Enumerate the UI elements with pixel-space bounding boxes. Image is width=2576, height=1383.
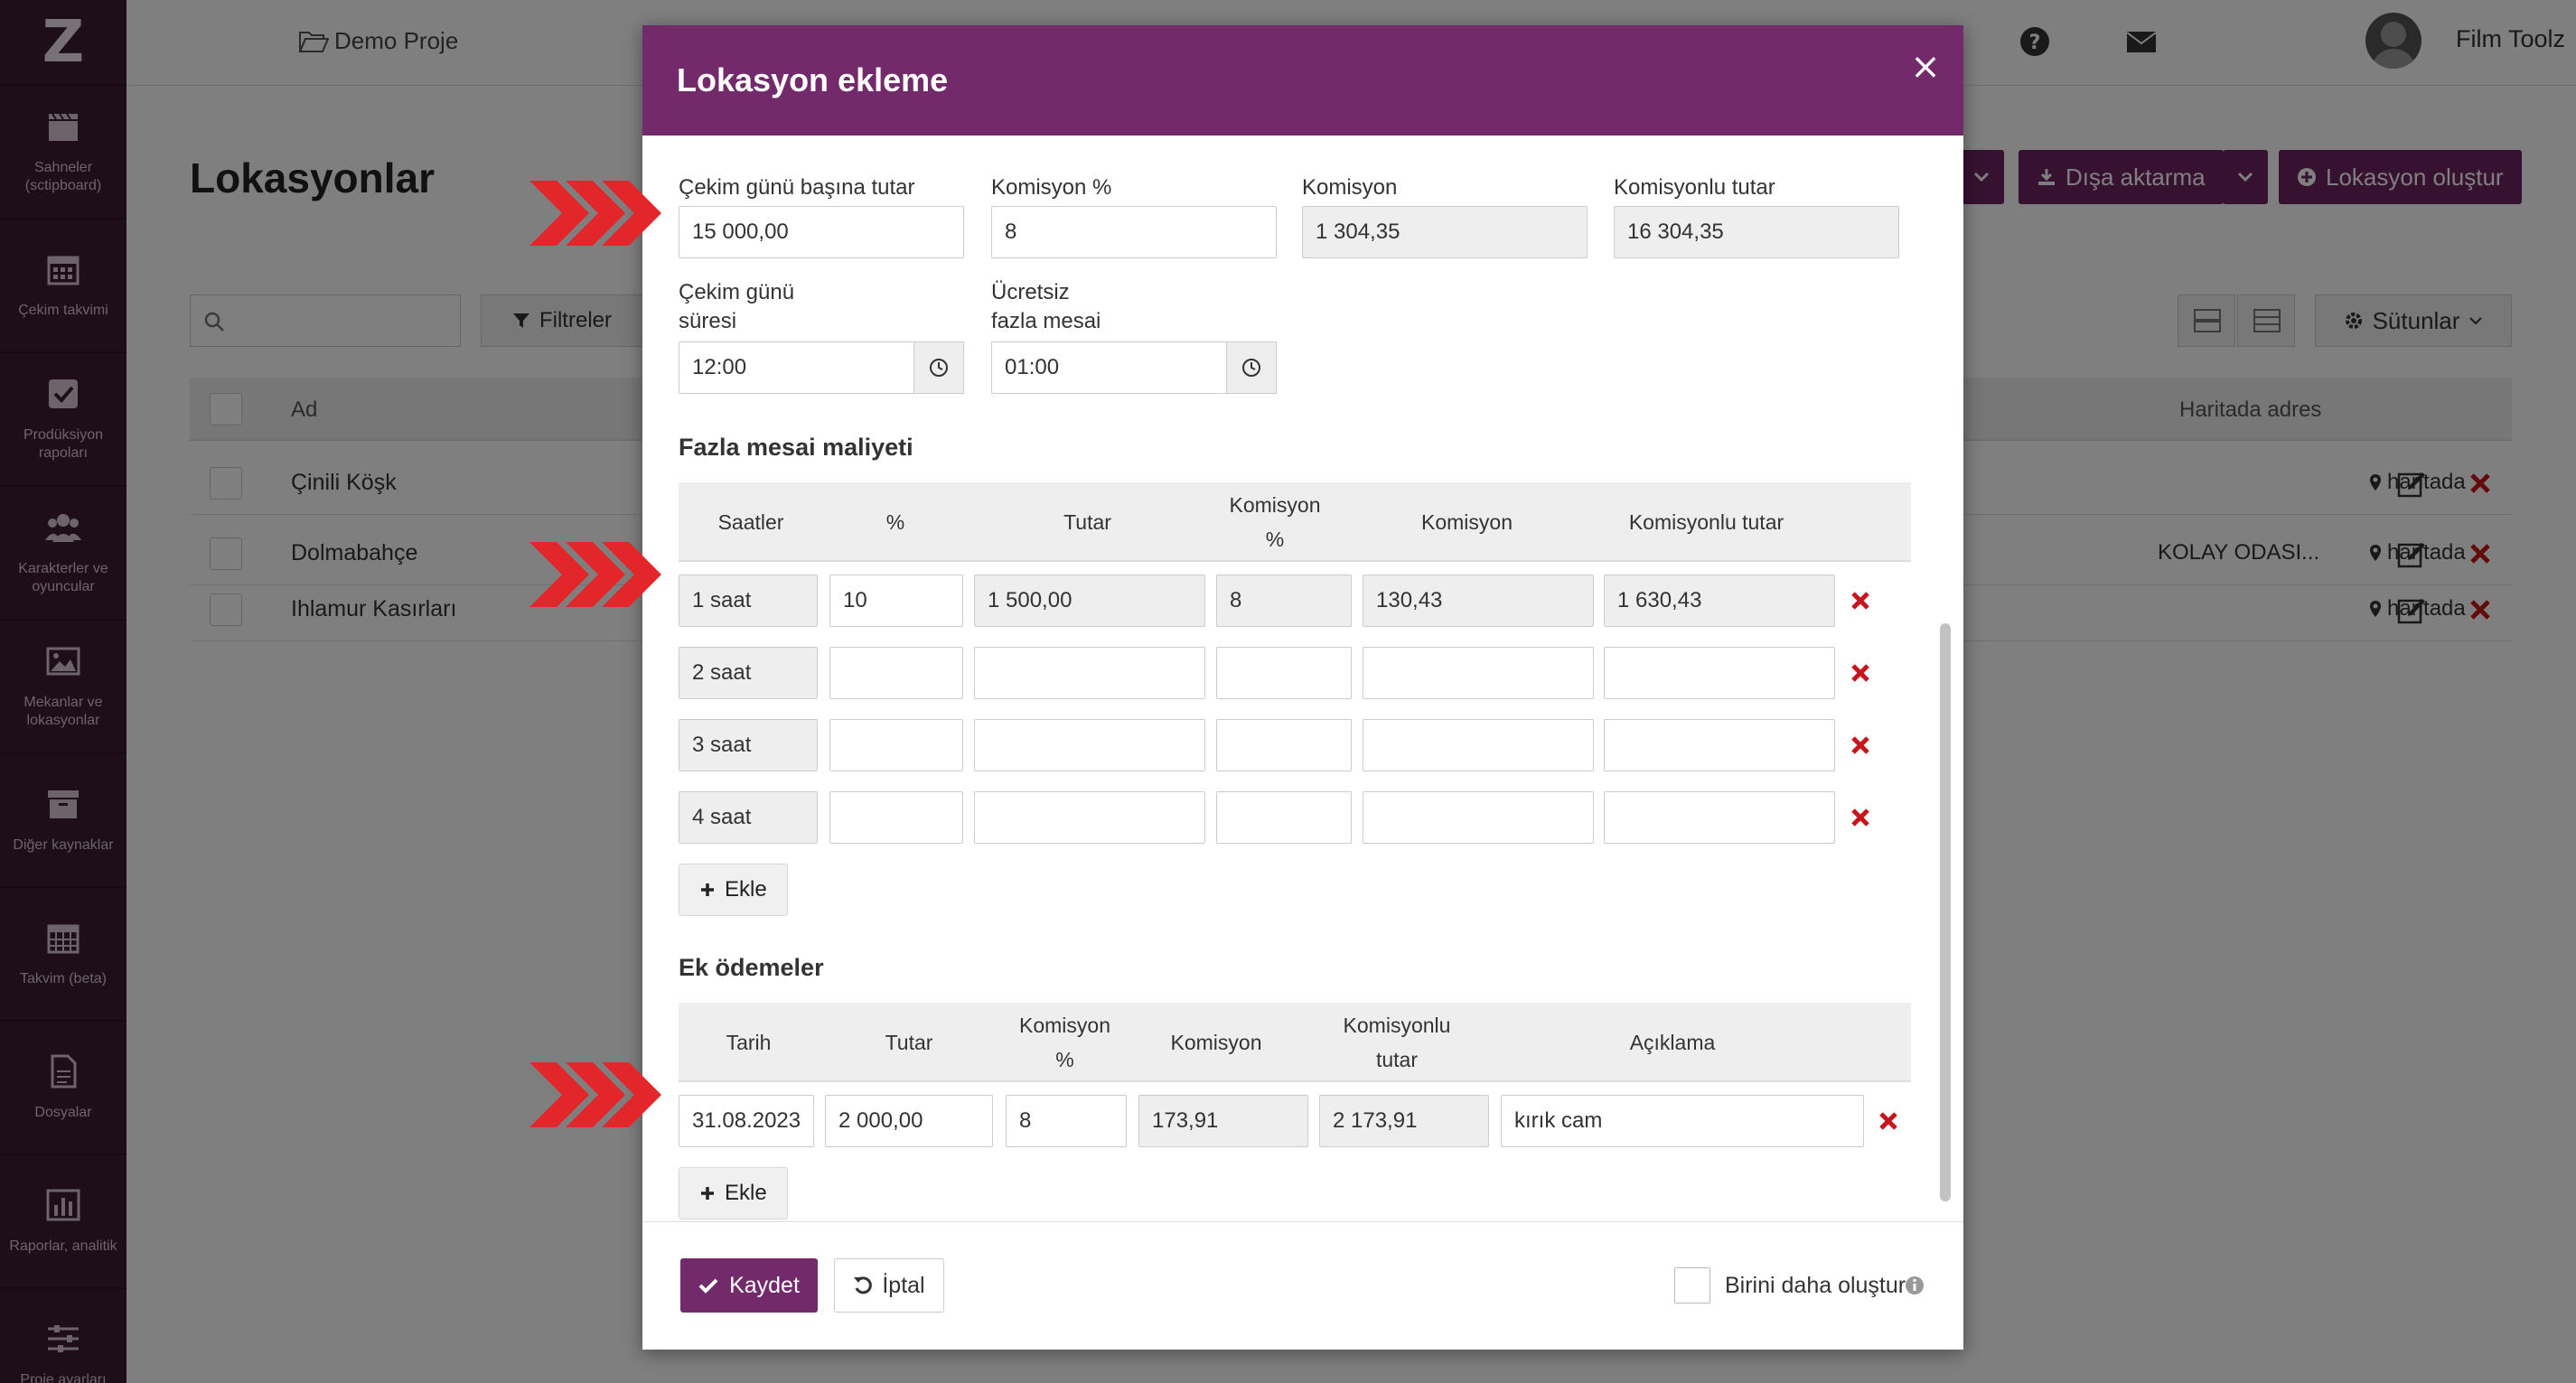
save-button[interactable]: Kaydet — [680, 1258, 818, 1313]
ot-amount-cell: 1 500,00 — [974, 575, 1205, 627]
delete-row-icon[interactable] — [1847, 732, 1874, 759]
plus-icon — [701, 1187, 714, 1200]
ep-description-input[interactable]: kırık cam — [1501, 1095, 1864, 1147]
modal-footer: Kaydet İptal Birini daha oluştur — [642, 1221, 1963, 1350]
duration-label: Çekim günü süresi — [679, 280, 795, 333]
total-output: 16 304,35 — [1614, 206, 1899, 258]
delete-row-icon[interactable] — [1875, 1107, 1902, 1135]
ep-commission-pct-input[interactable]: 8 — [1006, 1095, 1127, 1147]
check-icon — [698, 1278, 718, 1294]
cancel-label: İptal — [882, 1272, 925, 1298]
ot-pct-input[interactable] — [829, 791, 963, 844]
ot-total-input[interactable] — [1604, 719, 1835, 771]
modal-header: Lokasyon ekleme × — [642, 25, 1963, 135]
ep-amount-input[interactable]: 2 000,00 — [825, 1095, 993, 1147]
ot-col-total: Komisyonlu tutar — [1628, 510, 1784, 534]
ot-pct-input[interactable] — [829, 719, 963, 771]
delete-row-icon[interactable] — [1847, 587, 1874, 614]
cancel-button[interactable]: İptal — [834, 1258, 944, 1313]
annotation-arrow-icon — [529, 542, 661, 607]
ot-hours-cell: 2 saat — [679, 647, 818, 699]
info-icon[interactable] — [1904, 1275, 1925, 1296]
ot-amount-input[interactable] — [974, 647, 1205, 699]
ot-col-pct: % — [885, 510, 905, 534]
ot-commission-pct-input[interactable] — [1216, 647, 1352, 699]
delete-row-icon[interactable] — [1847, 659, 1874, 687]
ot-col-hours: Saatler — [717, 510, 784, 534]
plus-icon — [701, 883, 714, 896]
delete-row-icon[interactable] — [1847, 804, 1874, 831]
commission-output: 1 304,35 — [1302, 206, 1588, 258]
duration-clock-button[interactable] — [913, 341, 964, 394]
ep-col-commission: Komisyon — [1170, 1031, 1262, 1054]
ep-col-total: Komisyonlu tutar — [1343, 1014, 1451, 1071]
ep-col-description: Açıklama — [1629, 1031, 1716, 1054]
extra-payments-section-title: Ek ödemeler — [679, 954, 824, 981]
extra-payments-table-header: Tarih Tutar Komisyon% Komisyon Komisyonl… — [679, 1003, 1911, 1082]
overtime-table-header: Saatler % Tutar Komisyon% Komisyon Komis… — [679, 482, 1911, 562]
clock-icon — [930, 359, 948, 377]
commission-pct-input[interactable]: 8 — [991, 206, 1277, 258]
ot-hours-cell: 4 saat — [679, 791, 818, 844]
modal-scrollbar[interactable] — [1940, 623, 1951, 1201]
modal-body: Çekim günü başına tutar 15 000,00 Komisy… — [642, 135, 1963, 1221]
create-another-checkbox[interactable] — [1674, 1267, 1710, 1304]
modal-title: Lokasyon ekleme — [677, 61, 949, 98]
create-another-label[interactable]: Birini daha oluştur — [1725, 1273, 1906, 1299]
ep-date-input[interactable]: 31.08.2023 — [679, 1095, 814, 1147]
ot-amount-input[interactable] — [974, 719, 1205, 771]
annotation-arrow-icon — [529, 1062, 661, 1127]
close-icon[interactable]: × — [1907, 49, 1944, 85]
ot-total-cell: 1 630,43 — [1604, 575, 1835, 627]
ot-total-input[interactable] — [1604, 647, 1835, 699]
ep-col-commission-pct: Komisyon% — [1019, 1014, 1110, 1071]
ot-pct-input[interactable] — [829, 647, 963, 699]
ot-commission-pct-cell: 8 — [1216, 575, 1352, 627]
ot-commission-input[interactable] — [1363, 647, 1594, 699]
commission-label: Komisyon — [1302, 175, 1398, 200]
day-rate-label: Çekim günü başına tutar — [679, 175, 915, 200]
ep-col-date: Tarih — [726, 1031, 772, 1054]
save-label: Kaydet — [729, 1272, 800, 1298]
annotation-arrow-icon — [529, 181, 661, 246]
add-location-modal: Lokasyon ekleme × Çekim günü başına tuta… — [642, 25, 1963, 1350]
free-overtime-label: Ücretsiz fazla mesai — [991, 280, 1101, 333]
overtime-section-title: Fazla mesai maliyeti — [679, 434, 913, 461]
ot-commission-pct-input[interactable] — [1216, 791, 1352, 844]
ot-col-commission-pct: Komisyon% — [1229, 493, 1321, 551]
ot-col-commission: Komisyon — [1421, 510, 1513, 534]
add-overtime-button[interactable]: Ekle — [679, 864, 788, 916]
ot-col-amount: Tutar — [1063, 510, 1111, 534]
add-extra-payment-button[interactable]: Ekle — [679, 1167, 788, 1219]
ep-total-cell: 2 173,91 — [1319, 1095, 1489, 1147]
ot-commission-input[interactable] — [1363, 719, 1594, 771]
undo-icon — [854, 1276, 873, 1294]
total-label: Komisyonlu tutar — [1614, 175, 1775, 200]
add-extra-payment-label: Ekle — [725, 1181, 767, 1205]
commission-pct-label: Komisyon % — [991, 175, 1112, 200]
ot-hours-cell: 1 saat — [679, 575, 818, 627]
ot-hours-cell: 3 saat — [679, 719, 818, 771]
ot-commission-pct-input[interactable] — [1216, 719, 1352, 771]
ot-amount-input[interactable] — [974, 791, 1205, 844]
ot-pct-input[interactable]: 10 — [829, 575, 963, 627]
ot-total-input[interactable] — [1604, 791, 1835, 844]
ot-commission-input[interactable] — [1363, 791, 1594, 844]
duration-input[interactable]: 12:00 — [679, 341, 915, 394]
free-overtime-clock-button[interactable] — [1226, 341, 1277, 394]
free-overtime-input[interactable]: 01:00 — [991, 341, 1228, 394]
ep-commission-cell: 173,91 — [1138, 1095, 1308, 1147]
ot-commission-cell: 130,43 — [1363, 575, 1594, 627]
ep-col-amount: Tutar — [885, 1031, 933, 1054]
clock-icon — [1242, 359, 1260, 377]
day-rate-input[interactable]: 15 000,00 — [679, 206, 964, 258]
add-overtime-label: Ekle — [725, 877, 767, 902]
